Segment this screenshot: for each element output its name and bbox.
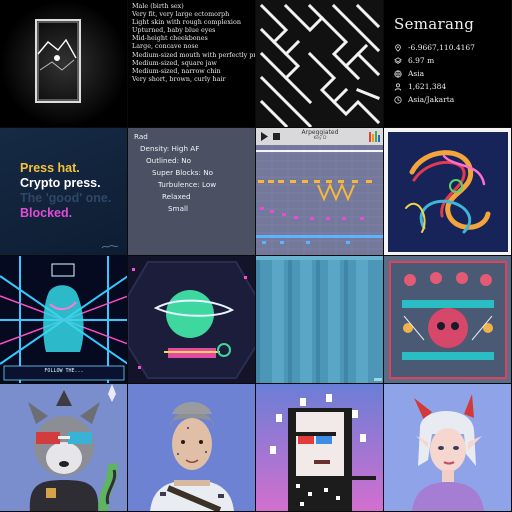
layers-icon xyxy=(394,56,402,64)
trait-line: Large, concave nose xyxy=(132,42,199,51)
tile-cyan-stripes-art[interactable] xyxy=(256,256,384,384)
city-population-row: 1,621,384 xyxy=(394,82,446,91)
press-line-1: Press hat. xyxy=(20,161,80,175)
trait-line: Male (birth sex) xyxy=(132,2,184,10)
tile-ornate-skull-art[interactable] xyxy=(384,256,512,384)
city-elevation-row: 6.97 m xyxy=(394,56,434,65)
trait-line: Very fit, very large ectomorph xyxy=(132,10,230,19)
tile-horned-girl-character[interactable] xyxy=(384,384,512,512)
sequencer-key: Key D xyxy=(313,136,327,141)
city-continent-row: Asia xyxy=(394,69,424,78)
tile-character-traits[interactable]: Male (birth sex) Very fit, very large ec… xyxy=(128,0,256,128)
rad-density: Density: High AF xyxy=(140,144,200,153)
sequencer-grid[interactable] xyxy=(256,145,384,256)
location-pin-icon xyxy=(395,43,401,52)
tile-silver-frame-art[interactable] xyxy=(0,0,128,128)
tile-maze-art[interactable] xyxy=(256,0,384,128)
press-line-2: Crypto press. xyxy=(20,176,101,190)
rad-super-blocks: Super Blocks: No xyxy=(152,168,214,177)
neon-caption: FOLLOW THE... xyxy=(44,368,83,374)
press-line-4: Blocked. xyxy=(20,206,73,220)
clock-icon xyxy=(394,95,402,104)
level-meter-icon xyxy=(369,131,380,142)
city-coords: -6.9667,110.4167 xyxy=(408,43,475,52)
tile-tattooed-character[interactable] xyxy=(128,384,256,512)
tile-press-hat[interactable]: Press hat. Crypto press. The 'good' one.… xyxy=(0,128,128,256)
person-icon xyxy=(394,82,402,91)
rad-turbulence: Turbulence: Low xyxy=(158,180,217,189)
city-population: 1,621,384 xyxy=(408,82,447,91)
trait-line: Very short, brown, curly hair xyxy=(132,74,226,83)
tattooed-character-artwork xyxy=(128,384,255,511)
tile-pixel-character[interactable] xyxy=(256,384,384,512)
trait-line: Light skin with rough complexion xyxy=(132,18,241,27)
horned-girl-artwork xyxy=(384,384,511,511)
city-continent: Asia xyxy=(408,69,425,78)
trait-line: Mid-height cheekbones xyxy=(132,34,208,43)
pixel-character-artwork xyxy=(256,384,383,511)
tile-city-info[interactable]: Semarang -6.9667,110.4167 6.97 m Asia 1,… xyxy=(384,0,512,128)
space-scene-artwork xyxy=(128,256,255,383)
sequencer-title: Arpeggiated xyxy=(301,129,339,136)
press-text-block: Press hat. Crypto press. The 'good' one.… xyxy=(20,161,111,221)
tile-arpeggiated-sequencer[interactable]: Arpeggiated Key D xyxy=(256,128,384,256)
tile-space-scene-art[interactable] xyxy=(128,256,256,384)
neon-figure-artwork: FOLLOW THE... xyxy=(0,256,127,383)
maze-artwork xyxy=(256,0,383,127)
trait-line: Medium-sized, square jaw xyxy=(132,58,217,67)
tile-rad-attributes[interactable]: Rad Density: High AF Outlined: No Super … xyxy=(128,128,256,256)
trait-line: Medium-sized, narrow chin xyxy=(132,66,221,75)
city-timezone-row: Asia/Jakarta xyxy=(394,95,454,104)
rad-relaxed: Relaxed xyxy=(162,192,191,201)
ornate-skull-artwork xyxy=(384,256,511,383)
swirl-artwork xyxy=(388,132,508,252)
rad-title: Rad xyxy=(134,132,148,141)
tile-raccoon-character[interactable] xyxy=(0,384,128,512)
globe-icon xyxy=(394,69,402,78)
city-elevation: 6.97 m xyxy=(408,56,435,65)
tile-neon-figure-art[interactable]: FOLLOW THE... xyxy=(0,256,128,384)
rad-outlined: Outlined: No xyxy=(146,156,192,165)
silver-frame-artwork xyxy=(0,0,127,127)
trait-line: Medium-sized mouth with perfectly propor… xyxy=(132,50,256,59)
cyan-stripes-artwork xyxy=(256,256,383,383)
raccoon-character-artwork xyxy=(0,384,127,511)
press-line-3: The 'good' one. xyxy=(20,191,112,205)
tile-swirl-art[interactable] xyxy=(384,128,512,256)
city-timezone: Asia/Jakarta xyxy=(408,95,455,104)
artist-signature-mark xyxy=(101,245,119,249)
trait-line: Upturned, baby blue eyes xyxy=(132,26,216,35)
nft-gallery-grid: Male (birth sex) Very fit, very large ec… xyxy=(0,0,512,512)
rad-small: Small xyxy=(168,204,188,213)
city-name: Semarang xyxy=(394,15,475,33)
city-coords-row: -6.9667,110.4167 xyxy=(394,43,475,52)
